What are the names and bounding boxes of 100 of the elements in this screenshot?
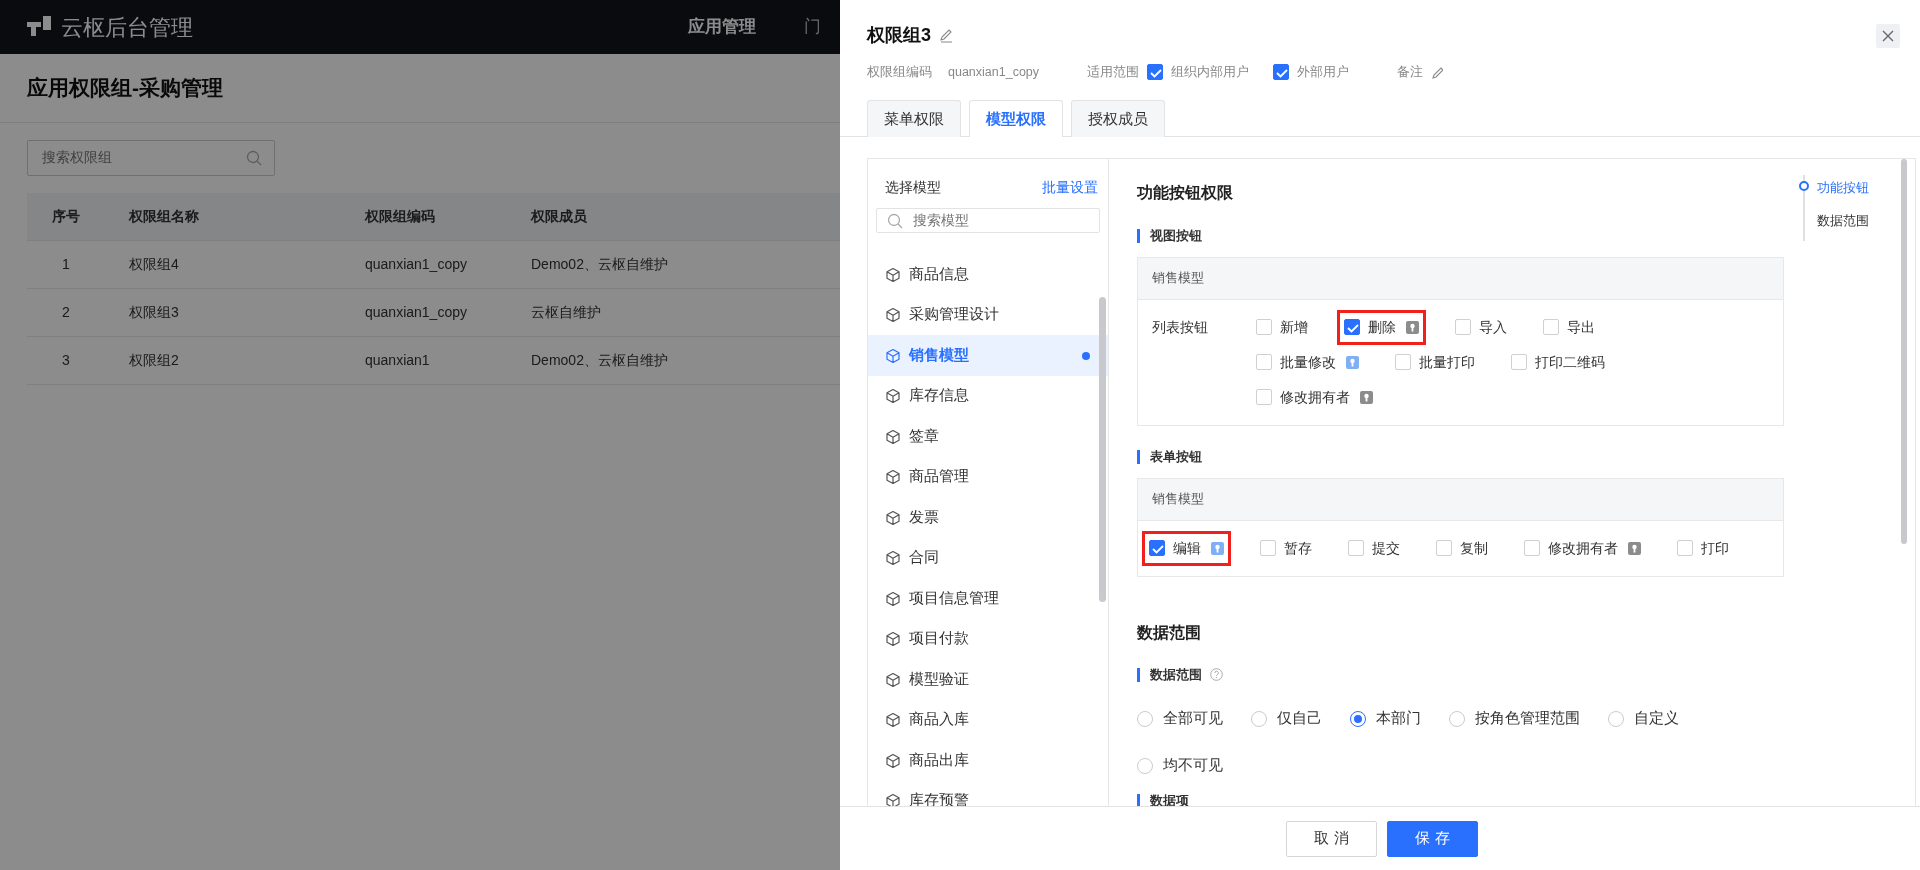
cube-icon [885, 509, 901, 526]
table-cell-text: Demo02、云枢自维护 [531, 350, 669, 370]
checkbox-label: 批量修改 [1280, 352, 1336, 372]
model-item[interactable]: 合同 [868, 537, 1108, 579]
cube-icon [885, 793, 901, 806]
checkbox[interactable] [1344, 319, 1360, 335]
cube-icon [885, 469, 901, 485]
table-cell-text: quanxian1 [365, 350, 431, 370]
model-name: 采购管理设计 [909, 305, 999, 325]
model-item[interactable]: 采购管理设计 [868, 294, 1108, 336]
model-name: 合同 [909, 548, 939, 568]
cube-icon [885, 550, 901, 566]
field-label: 适用范围 [1087, 64, 1140, 81]
model-item[interactable]: 商品管理 [868, 456, 1108, 498]
model-item[interactable]: 项目信息管理 [868, 578, 1108, 619]
checkbox-label: 打印 [1701, 538, 1729, 558]
model-item[interactable]: 商品出库 [868, 740, 1108, 781]
table-cell-text: quanxian1_copy [365, 302, 468, 322]
status-dot [1082, 351, 1090, 360]
checkbox-label: 组织内部用户 [1171, 64, 1250, 81]
search-field[interactable]: 搜索模型 [876, 208, 1100, 234]
cube-icon [885, 307, 901, 323]
cube-icon [885, 347, 901, 364]
checkbox[interactable] [1147, 64, 1164, 81]
radio-button[interactable] [1137, 758, 1153, 775]
checkbox[interactable] [1149, 540, 1165, 556]
panel-title: 选择模型 [885, 178, 941, 198]
anchor-link[interactable]: 数据范围 [1802, 208, 1897, 241]
model-name: 商品入库 [909, 710, 969, 730]
model-name: 项目付款 [909, 629, 969, 649]
save-button[interactable]: 保 存 [1387, 820, 1478, 857]
table-cell-text: 1 [61, 254, 71, 274]
field-label: 备注 [1397, 64, 1424, 81]
model-item[interactable]: 发票 [868, 497, 1108, 538]
cube-icon [885, 428, 901, 445]
model-item[interactable]: 商品信息 [868, 254, 1108, 295]
model-name: 商品出库 [909, 750, 969, 770]
radio-button[interactable] [1608, 711, 1624, 728]
tab[interactable]: 菜单权限 [867, 99, 961, 138]
checkbox-label: 导入 [1479, 317, 1507, 337]
model-item[interactable]: 商品入库 [868, 699, 1108, 741]
subsection-title: 数据项 [1137, 793, 1803, 806]
cube-icon [885, 388, 901, 404]
cube-icon [885, 590, 901, 607]
checkbox-label: 批量打印 [1419, 352, 1475, 372]
model-item[interactable]: 销售模型 [868, 335, 1108, 376]
radio-button[interactable] [1449, 711, 1465, 728]
model-item[interactable]: 模型验证 [868, 659, 1108, 700]
model-item[interactable]: 库存信息 [868, 375, 1108, 417]
cube-icon [885, 752, 901, 769]
help-icon [1210, 668, 1223, 682]
cube-icon [885, 671, 901, 688]
radio-button[interactable] [1350, 711, 1366, 728]
checkbox-label: 外部用户 [1297, 64, 1350, 81]
batch-settings-link[interactable]: 批量设置 [1042, 177, 1098, 199]
card-title: 销售模型 [1152, 269, 1204, 287]
checkbox[interactable] [1273, 64, 1290, 81]
column-header: 权限组编码 [365, 206, 436, 226]
radio-button[interactable] [1251, 711, 1267, 728]
logo-text: 云枢后台管理 [61, 13, 193, 42]
row-label: 列表按钮 [1152, 317, 1209, 337]
table-cell-text: quanxian1_copy [365, 254, 468, 274]
radio-button[interactable] [1137, 711, 1153, 728]
cancel-button[interactable]: 取 消 [1286, 820, 1377, 857]
checkbox-label: 提交 [1372, 538, 1400, 558]
close-icon [1882, 29, 1894, 42]
table-cell-text: Demo02、云枢自维护 [531, 254, 669, 274]
subsection-title: 视图按钮 [1137, 228, 1803, 243]
scrollbar[interactable] [1901, 159, 1907, 545]
search-icon [246, 149, 262, 166]
radio-label: 按角色管理范围 [1475, 709, 1580, 729]
checkbox-label: 修改拥有者 [1548, 538, 1618, 558]
cube-icon [885, 712, 901, 728]
edit-icon[interactable] [939, 28, 953, 43]
section-title: 功能按钮权限 [1137, 183, 1234, 204]
close-button[interactable] [1876, 23, 1900, 48]
scrollbar[interactable] [1099, 297, 1106, 603]
model-item[interactable]: 签章 [868, 416, 1108, 457]
drawer-title: 权限组3 [867, 24, 931, 47]
search-input[interactable]: 搜索模型 [911, 209, 1089, 233]
tab[interactable]: 授权成员 [1071, 99, 1165, 138]
table-cell-text: 权限组4 [128, 254, 180, 274]
nav-item[interactable]: 门 [804, 14, 821, 40]
section-title: 数据范围 [1137, 622, 1202, 643]
table-cell-text: 权限组2 [128, 350, 180, 370]
model-name: 模型验证 [909, 669, 969, 689]
nav-item[interactable]: 应用管理 [688, 14, 756, 40]
model-name: 商品信息 [909, 264, 969, 284]
tab[interactable]: 模型权限 [969, 99, 1063, 138]
subsection-title: 数据范围 [1150, 667, 1202, 682]
edit-icon[interactable] [1431, 65, 1444, 79]
radio-label: 均不可见 [1163, 756, 1223, 776]
search-input[interactable]: 搜索权限组 [40, 146, 246, 169]
anchor-link[interactable]: 功能按钮 [1802, 175, 1897, 208]
model-item[interactable]: 项目付款 [868, 618, 1108, 660]
field-value: quanxian1_copy [948, 64, 1040, 81]
table-cell-text: 2 [61, 302, 71, 322]
search-field[interactable]: 搜索权限组 [27, 139, 275, 176]
column-header: 权限组名称 [128, 206, 200, 226]
model-name: 项目信息管理 [909, 588, 999, 608]
